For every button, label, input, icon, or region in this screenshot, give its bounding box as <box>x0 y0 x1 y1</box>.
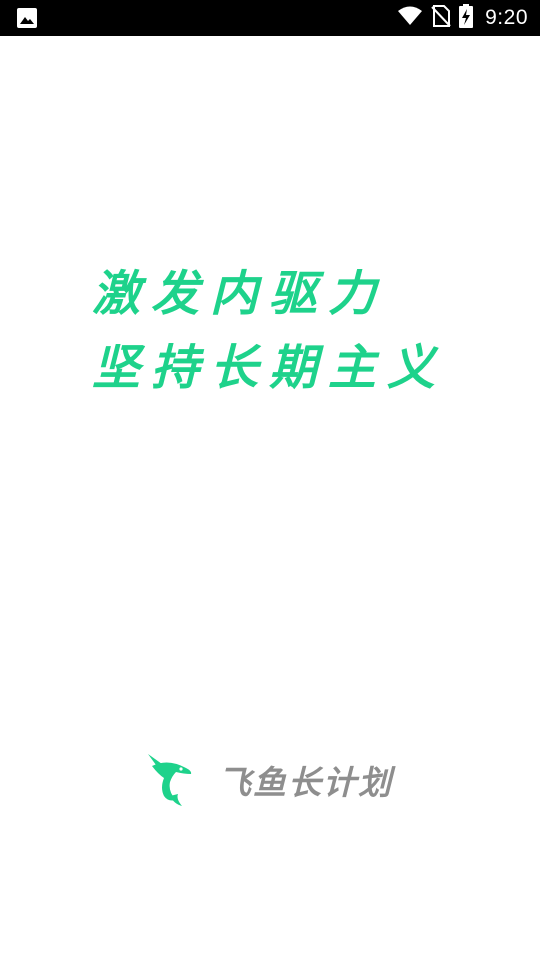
status-time: 9:20 <box>485 6 528 29</box>
brand-lockup: 飞鱼长计划 <box>146 752 393 808</box>
status-icons: 9:20 <box>397 0 528 36</box>
image-notification-icon <box>16 7 38 29</box>
slogan: 激发内驱力 坚持长期主义 <box>92 270 446 392</box>
no-sim-icon <box>431 4 451 32</box>
slogan-line-1: 激发内驱力 <box>92 266 388 322</box>
status-bar: 9:20 <box>0 0 540 36</box>
brand-name: 飞鱼长计划 <box>218 763 393 802</box>
splash-screen: 9:20 激发内驱力 坚持长期主义 飞鱼长计划 <box>0 0 540 960</box>
battery-charging-icon <box>459 4 474 32</box>
flying-fish-logo-icon <box>146 752 194 808</box>
wifi-icon <box>397 5 423 31</box>
slogan-line-2: 坚持长期主义 <box>92 340 447 396</box>
